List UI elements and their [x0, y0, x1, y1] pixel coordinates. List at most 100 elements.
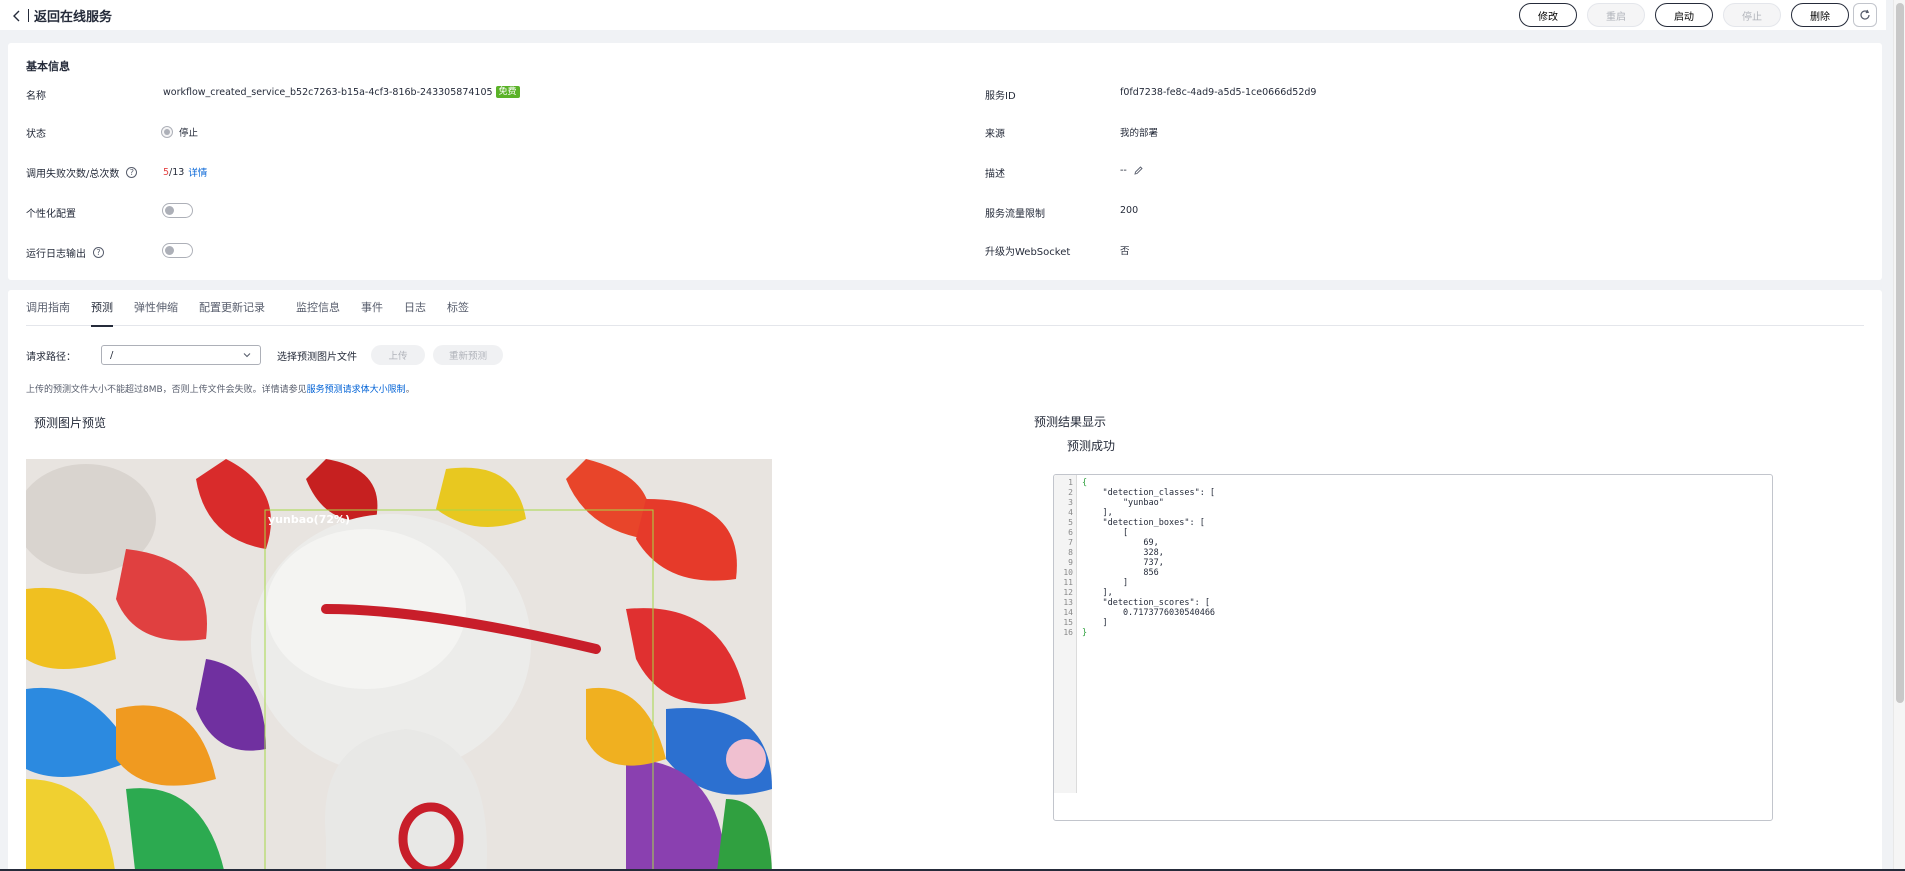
scrollbar-thumb[interactable] — [1896, 3, 1904, 703]
websocket-label: 升级为WebSocket — [985, 247, 1071, 258]
delete-button[interactable]: 删除 — [1791, 3, 1849, 27]
line-number: 1 — [1068, 478, 1073, 487]
line-number: 3 — [1068, 498, 1073, 507]
personal-config-toggle[interactable] — [162, 203, 193, 218]
refresh-icon — [1860, 9, 1870, 20]
stop-button[interactable]: 停止 — [1723, 3, 1781, 27]
size-limit-link[interactable]: 服务预测请求体大小限制 — [307, 385, 406, 395]
description-value: -- — [1120, 165, 1144, 176]
code-line: ], — [1082, 508, 1113, 518]
request-path-value: / — [110, 349, 114, 361]
result-code-box[interactable]: 1 2 3 4 5 6 7 8 9 10 11 12 13 14 15 16 { "detection_cla… — [1053, 474, 1773, 821]
calls-detail-link[interactable]: 详情 — [188, 165, 207, 179]
line-number-gutter: 1 2 3 4 5 6 7 8 9 10 11 12 13 14 15 16 — [1054, 475, 1077, 793]
repredict-button[interactable]: 重新预测 — [433, 345, 503, 365]
help-icon[interactable]: ? — [93, 247, 104, 258]
calls-label-text: 调用失败次数/总次数 — [26, 169, 120, 180]
code-line: ] — [1082, 578, 1129, 588]
tab-autoscale[interactable]: 弹性伸缩 — [134, 301, 178, 326]
personal-config-label: 个性化配置 — [26, 209, 76, 220]
chevron-down-icon — [243, 353, 251, 358]
websocket-value: 否 — [1120, 246, 1130, 257]
action-buttons: 修改 重启 启动 停止 删除 — [1519, 3, 1849, 27]
name-label: 名称 — [26, 91, 46, 102]
description-text: -- — [1120, 165, 1127, 176]
status-value: 停止 — [161, 125, 198, 139]
calls-total: /13 — [169, 166, 185, 178]
tab-predict[interactable]: 预测 — [91, 301, 113, 327]
request-row: 请求路径： / 选择预测图片文件 上传 重新预测 — [26, 345, 503, 365]
tab-logs[interactable]: 日志 — [404, 301, 426, 326]
code-line: "detection_scores": [ — [1082, 598, 1210, 608]
start-button[interactable]: 启动 — [1655, 3, 1713, 27]
request-path-label: 请求路径： — [26, 351, 76, 363]
divider — [28, 9, 29, 22]
code-line: "detection_boxes": [ — [1082, 518, 1205, 528]
tab-guide[interactable]: 调用指南 — [26, 301, 70, 326]
back-link[interactable]: 返回在线服务 — [10, 6, 112, 25]
line-number: 11 — [1063, 578, 1073, 587]
result-title: 预测结果显示 — [1034, 415, 1107, 429]
code-line: "yunbao" — [1082, 498, 1164, 508]
service-id-label: 服务ID — [985, 91, 1016, 102]
line-number: 16 — [1063, 628, 1073, 637]
line-number: 9 — [1068, 558, 1073, 567]
line-number: 4 — [1068, 508, 1073, 517]
tab-tags[interactable]: 标签 — [447, 301, 469, 326]
code-line: ] — [1082, 618, 1108, 628]
free-badge: 免费 — [495, 86, 520, 98]
flow-limit-value: 200 — [1120, 205, 1139, 216]
request-path-select[interactable]: / — [101, 345, 261, 365]
code-line: { — [1082, 478, 1088, 488]
description-label: 描述 — [985, 169, 1005, 180]
status-indicator-icon — [161, 126, 173, 138]
chevron-left-icon — [13, 10, 20, 21]
log-output-toggle[interactable] — [162, 243, 193, 258]
tab-config-history[interactable]: 配置更新记录 — [199, 301, 265, 326]
select-file-label[interactable]: 选择预测图片文件 — [277, 348, 357, 363]
hint-suffix: 。 — [405, 385, 415, 395]
code-line: } — [1082, 628, 1088, 638]
vertical-scrollbar[interactable] — [1893, 0, 1905, 871]
line-number: 10 — [1063, 568, 1073, 577]
calls-label: 调用失败次数/总次数 ? — [26, 165, 138, 180]
top-bar: 返回在线服务 修改 重启 启动 停止 删除 — [0, 0, 1886, 30]
line-number: 13 — [1063, 598, 1073, 607]
upload-hint: 上传的预测文件大小不能超过8MB，否则上传文件会失败。详情请参见服务预测请求体大… — [26, 382, 415, 395]
tab-monitor[interactable]: 监控信息 — [296, 301, 340, 326]
success-label: 预测成功 — [1067, 439, 1116, 453]
result-json: { "detection_classes": [ "yunbao" ], "de… — [1082, 478, 1215, 638]
toggle-switch[interactable] — [162, 243, 193, 258]
hint-text: 上传的预测文件大小不能超过8MB，否则上传文件会失败。详情请参见 — [26, 385, 307, 395]
toy-photo: yunbao(72%) — [26, 459, 772, 871]
modify-button[interactable]: 修改 — [1519, 3, 1577, 27]
line-number: 14 — [1063, 608, 1073, 617]
service-name: workflow_created_service_b52c7263-b15a-4… — [163, 86, 493, 98]
detail-card: 调用指南 预测 弹性伸缩 配置更新记录 监控信息 事件 日志 标签 请求路径： … — [8, 290, 1882, 871]
edit-icon[interactable] — [1133, 165, 1144, 176]
source-label: 来源 — [985, 129, 1005, 140]
line-number: 7 — [1068, 538, 1073, 547]
tab-bar: 调用指南 预测 弹性伸缩 配置更新记录 监控信息 事件 日志 标签 — [26, 301, 1864, 327]
restart-button[interactable]: 重启 — [1587, 3, 1645, 27]
code-line: 69, — [1082, 538, 1159, 548]
flow-limit-label: 服务流量限制 — [985, 209, 1045, 220]
line-number: 5 — [1068, 518, 1073, 527]
toggle-switch[interactable] — [162, 203, 193, 218]
code-line: 737, — [1082, 558, 1164, 568]
line-number: 6 — [1068, 528, 1073, 537]
line-number: 12 — [1063, 588, 1073, 597]
section-title: 基本信息 — [26, 60, 70, 73]
line-number: 2 — [1068, 488, 1073, 497]
status-label: 状态 — [26, 129, 46, 140]
preview-image: yunbao(72%) — [26, 459, 772, 871]
code-line: "detection_classes": [ — [1082, 488, 1216, 498]
help-icon[interactable]: ? — [126, 167, 138, 178]
basic-info-card: 基本信息 名称 workflow_created_service_b52c726… — [8, 43, 1882, 280]
service-id-value: f0fd7238-fe8c-4ad9-a5d5-1ce0666d52d9 — [1120, 87, 1317, 98]
log-output-label: 运行日志输出 ? — [26, 245, 104, 260]
box-label: yunbao(72%) — [268, 513, 350, 526]
refresh-button[interactable] — [1853, 3, 1877, 27]
tab-events[interactable]: 事件 — [361, 301, 383, 326]
upload-button[interactable]: 上传 — [371, 345, 425, 365]
